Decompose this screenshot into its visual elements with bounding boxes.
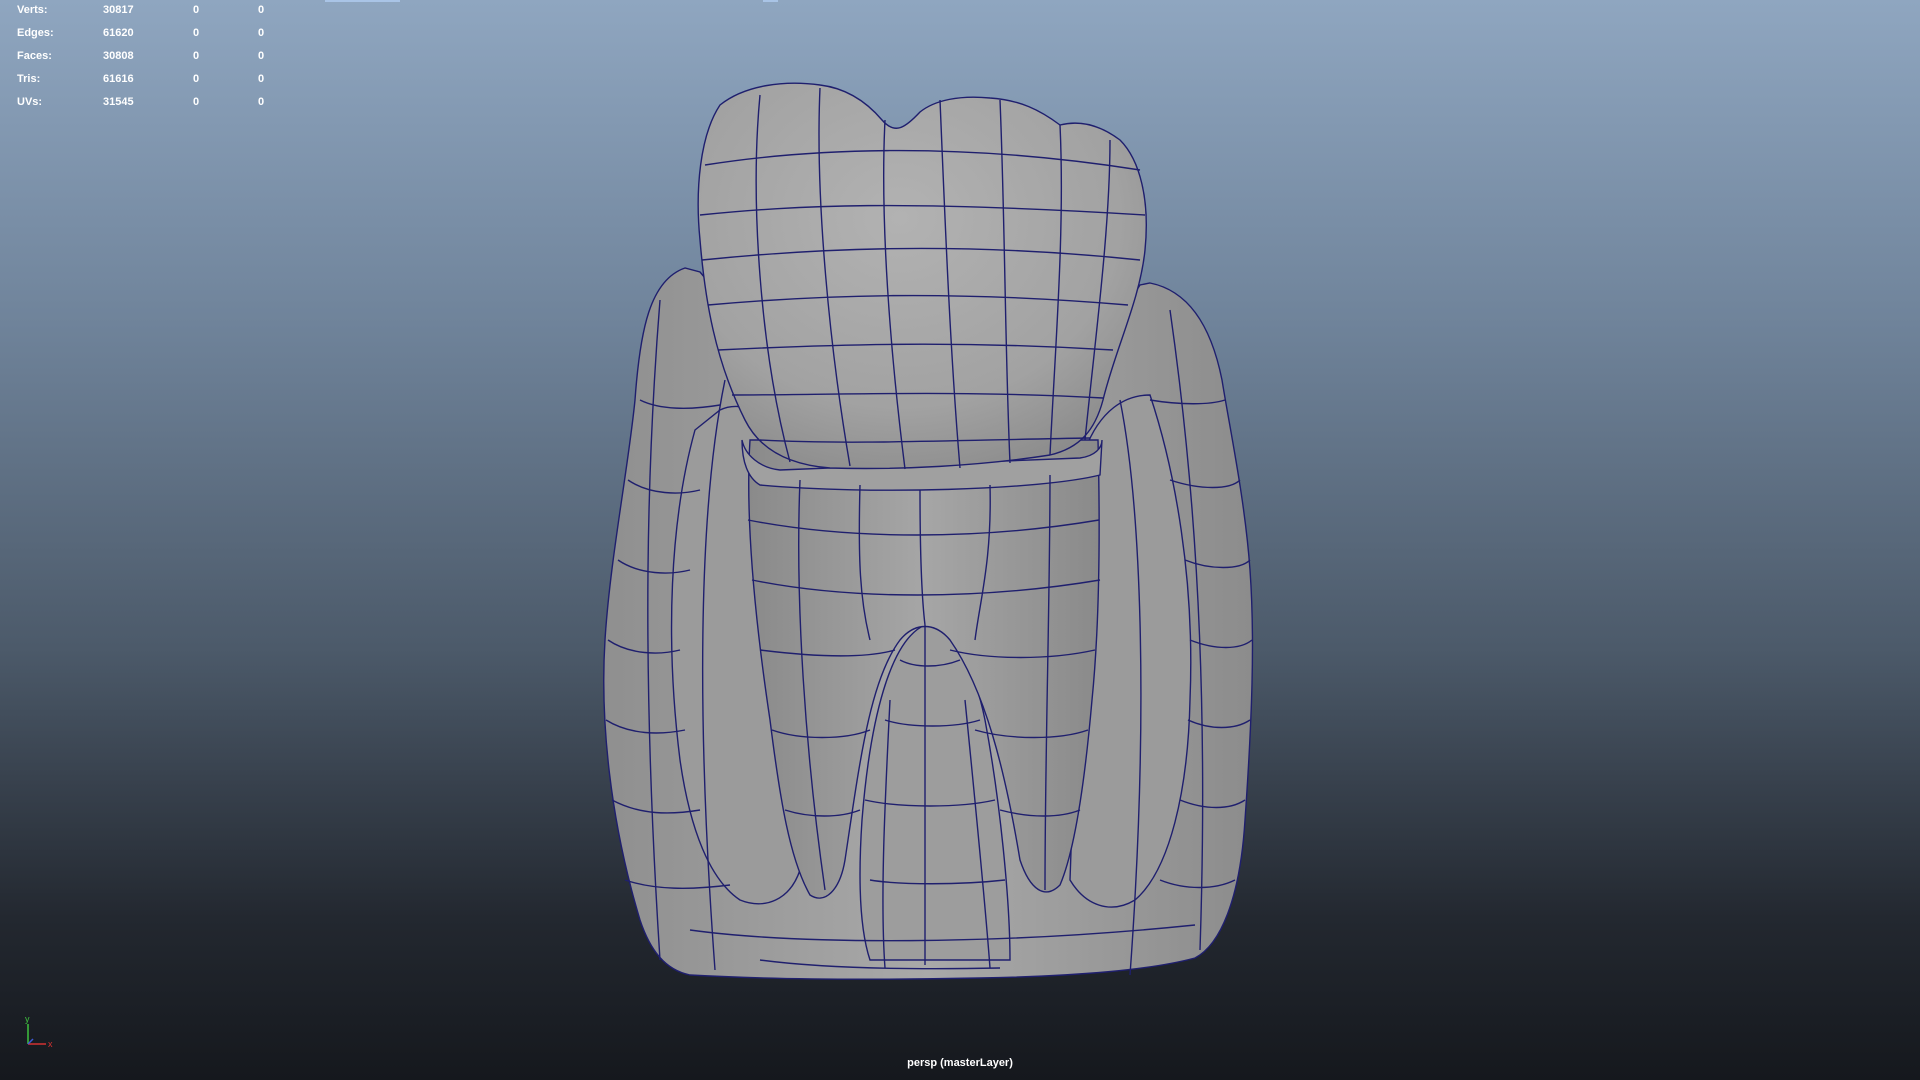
viewport-3d[interactable]: Verts: 30817 0 0 Edges: 61620 0 0 Faces:… [0,0,1920,1080]
camera-label: persp (masterLayer) [907,1057,1013,1069]
tooth-crown [697,82,1147,470]
tooth-model[interactable] [0,0,1920,1080]
axis-x-label: x [48,1039,53,1049]
axis-y-label: y [25,1014,30,1024]
axis-gizmo: x y [25,1014,53,1049]
